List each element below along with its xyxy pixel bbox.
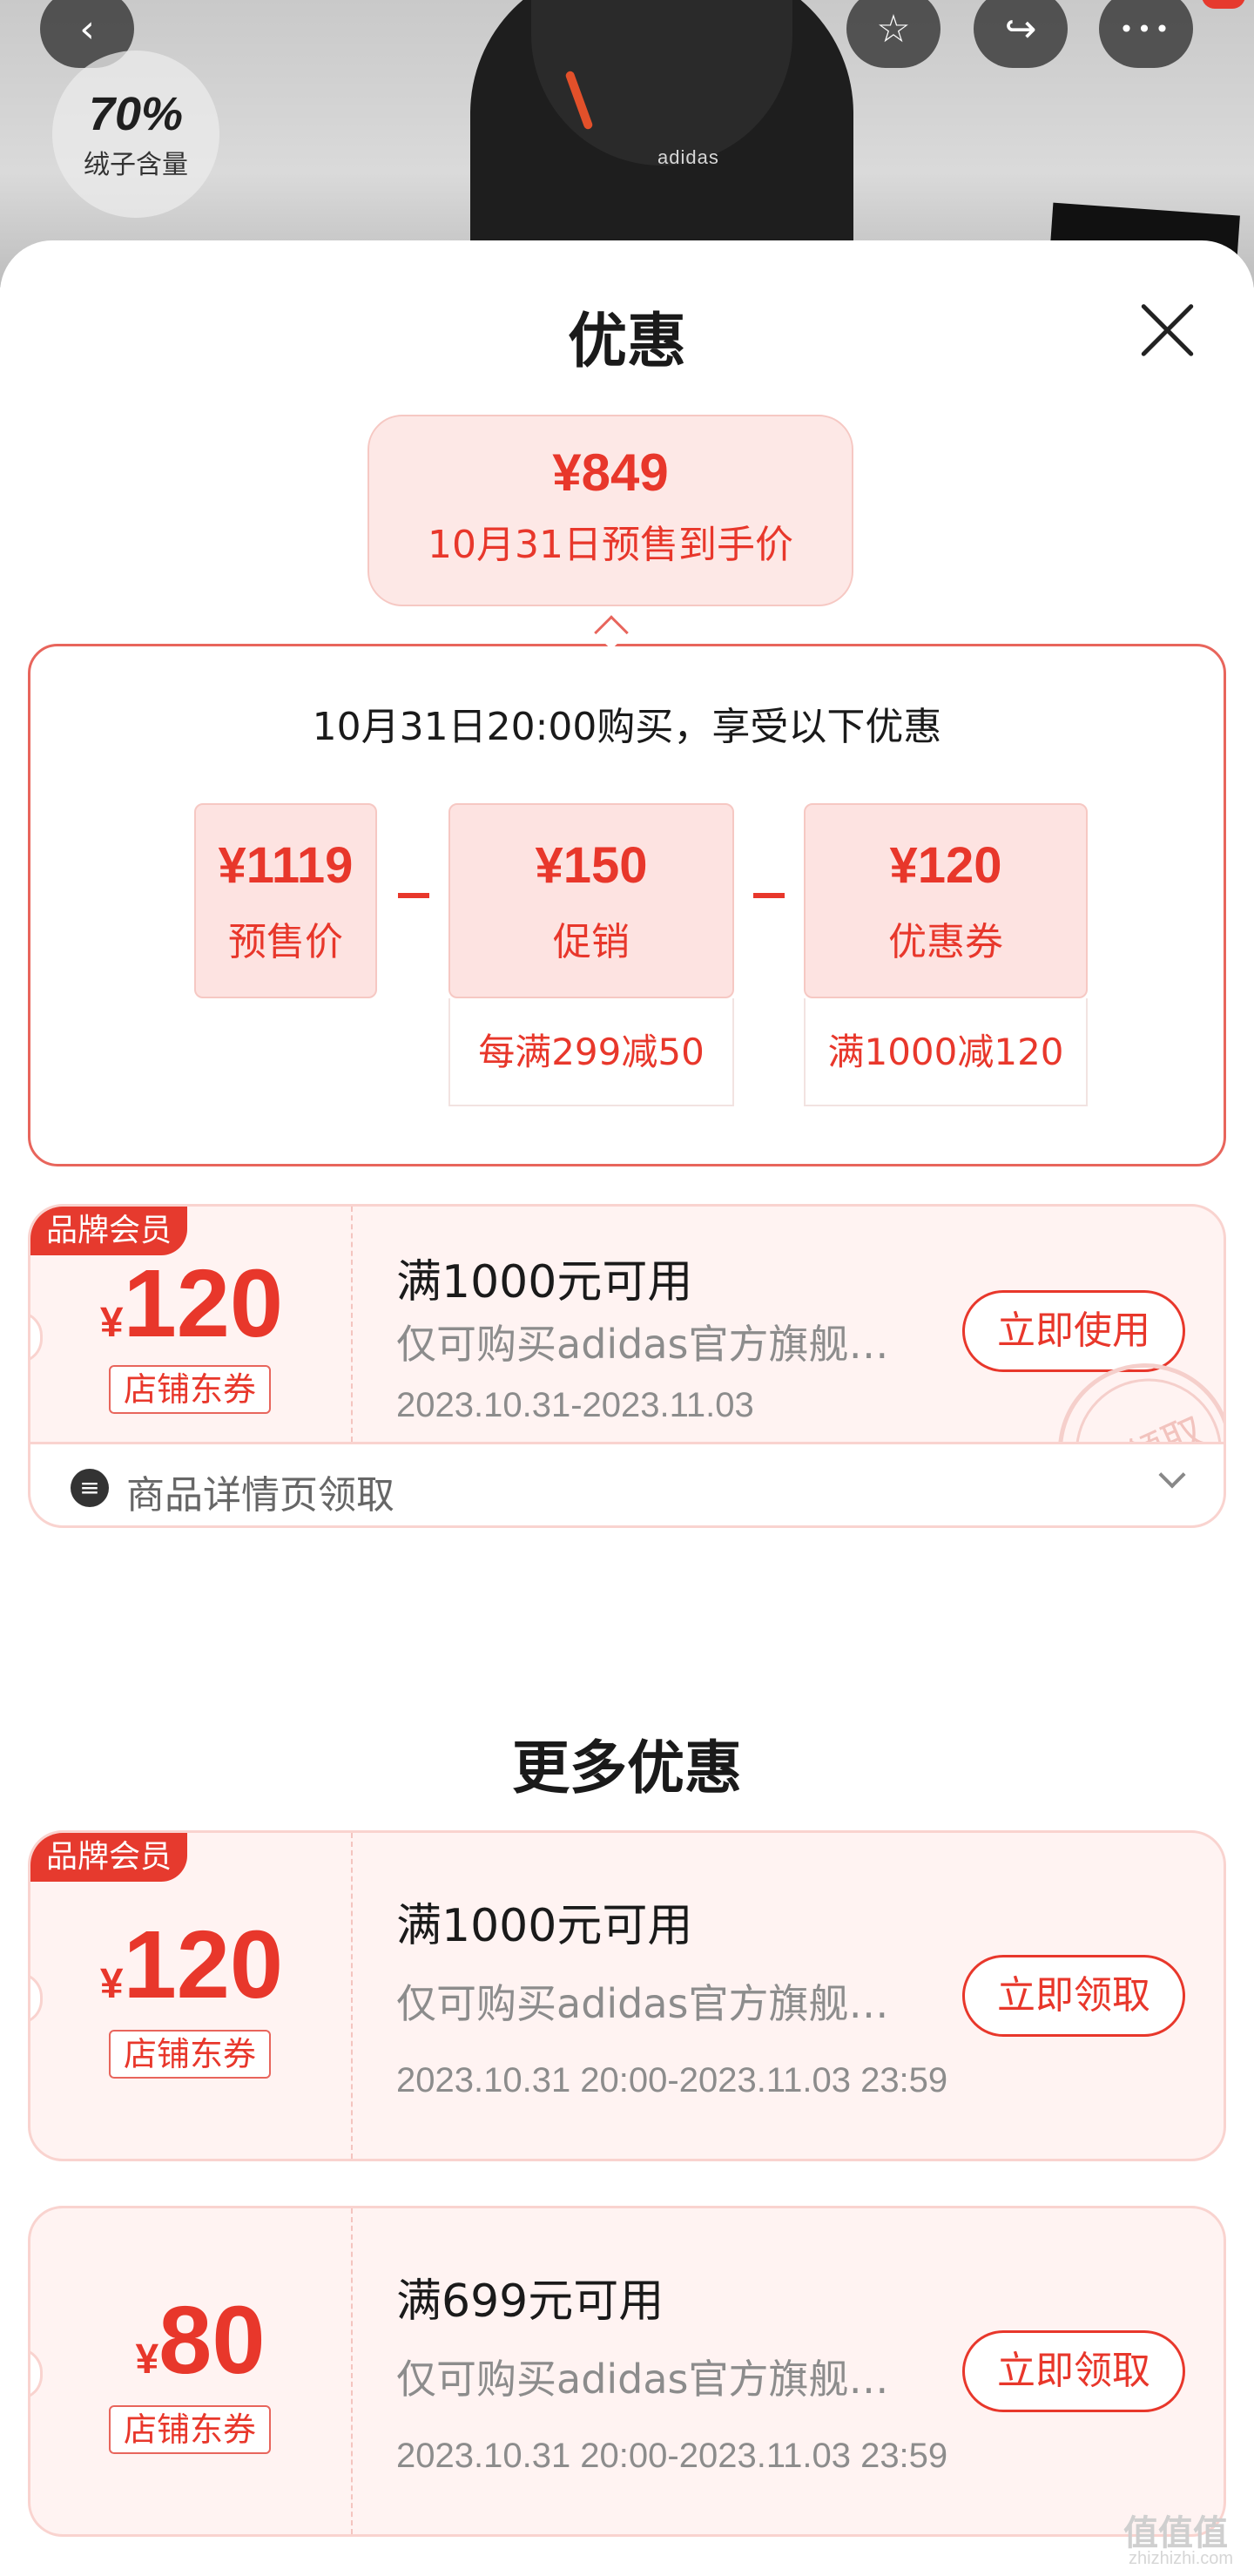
favorite-button[interactable]: ☆ [846, 0, 940, 68]
presale-price-value: ¥1119 [218, 837, 354, 894]
final-price-box: ¥849 10月31日预售到手价 [367, 415, 853, 606]
sheet-title: 优惠 [567, 308, 686, 376]
coupon-scope: 仅可购买adidas官方旗舰店商品 [396, 1321, 901, 1368]
promotion-value: ¥150 [535, 837, 648, 894]
coupon-amount: ¥80 [39, 2285, 361, 2396]
coupon-validity: 2023.10.31 20:00-2023.11.03 23:59 [396, 2061, 948, 2099]
promotion-rule: 每满299减50 [448, 998, 734, 1106]
chevron-down-icon[interactable] [1158, 1461, 1186, 1489]
promotion-label: 促销 [553, 920, 630, 964]
watermark-url: zhizhizhi.com [1129, 2549, 1234, 2568]
coupon-validity: 2023.10.31-2023.11.03 [396, 1386, 754, 1424]
coupon-condition: 满1000元可用 [396, 1256, 693, 1308]
coupon-card: 品牌会员 ¥120 店铺东券 满1000元可用 仅可购买adidas官方旗舰店商… [28, 1204, 1226, 1444]
claim-now-button[interactable]: 立即领取 [962, 2330, 1185, 2412]
down-content-badge: 70% 绒子含量 [52, 51, 219, 218]
coupon-type-label: 店铺东券 [109, 2030, 271, 2079]
coupon-amount-value: 120 [123, 1250, 284, 1357]
coupon-rule: 满1000减120 [804, 998, 1088, 1106]
star-icon: ☆ [876, 6, 911, 51]
final-price-label: 10月31日预售到手价 [428, 523, 793, 567]
final-price: ¥849 [552, 443, 669, 502]
currency-symbol: ¥ [135, 2336, 159, 2383]
coupon-divider [351, 2208, 353, 2534]
coupon-amount: ¥120 [30, 1910, 353, 2020]
coupon-card: 品牌会员 ¥120 店铺东券 满1000元可用 仅可购买adidas官方旗舰店商… [28, 1830, 1226, 2161]
coupon-type-label: 店铺东券 [109, 2405, 271, 2454]
promotion-item: ¥150 促销 [448, 803, 734, 998]
coupon-card: ¥80 店铺东券 满699元可用 仅可购买adidas官方旗舰店商品 2023.… [28, 2206, 1226, 2537]
share-icon: ↪ [1004, 6, 1037, 51]
more-button[interactable]: ••• [1099, 0, 1193, 68]
coupon-label: 优惠券 [888, 920, 1003, 964]
coupon-condition: 满1000元可用 [396, 1900, 693, 1952]
share-button[interactable]: ↪ [974, 0, 1068, 68]
coupon-source-row[interactable]: ≡ 商品详情页领取 [28, 1444, 1226, 1528]
coupon-condition: 满699元可用 [396, 2275, 664, 2328]
presale-price-item: ¥1119 预售价 [194, 803, 377, 998]
coupon-validity: 2023.10.31 20:00-2023.11.03 23:59 [396, 2437, 948, 2475]
more-discounts-title: 更多优惠 [512, 1734, 742, 1802]
breakdown-title: 10月31日20:00购买，享受以下优惠 [312, 705, 942, 749]
minus-operator [753, 893, 785, 898]
currency-symbol: ¥ [99, 1961, 124, 2007]
presale-price-label: 预售价 [228, 920, 343, 964]
coupon-amount-value: 120 [123, 1911, 284, 2018]
coupon-amount-value: 80 [158, 2287, 266, 2394]
close-icon[interactable] [1132, 294, 1202, 364]
ticket-icon: ≡ [71, 1469, 109, 1507]
coupon-source-text: 商品详情页领取 [126, 1473, 394, 1518]
price-breakdown: 10月31日20:00购买，享受以下优惠 ¥1119 预售价 ¥150 促销 每… [28, 644, 1226, 1166]
more-icon: ••• [1119, 14, 1173, 44]
down-content-label: 绒子含量 [84, 150, 188, 180]
coupon-scope: 仅可购买adidas官方旗舰店商品 [396, 2356, 901, 2403]
coupon-type-label: 店铺东券 [109, 1365, 271, 1414]
watermark: 值值值 [1123, 2514, 1228, 2552]
claim-now-button[interactable]: 立即领取 [962, 1955, 1185, 2037]
minus-operator [398, 893, 429, 898]
use-now-button[interactable]: 立即使用 [962, 1290, 1185, 1372]
coupon-divider [351, 1833, 353, 2159]
back-icon: ‹ [79, 6, 95, 51]
currency-symbol: ¥ [99, 1300, 124, 1346]
coupon-item: ¥120 优惠券 [804, 803, 1088, 998]
coupon-amount: ¥120 [30, 1248, 353, 1359]
down-content-percent: 70% [88, 88, 184, 140]
brand-member-tag: 品牌会员 [30, 1833, 188, 1882]
coupon-scope: 仅可购买adidas官方旗舰店商品 [396, 1980, 901, 2027]
coupon-divider [351, 1207, 353, 1442]
brand-logo: adidas [657, 146, 719, 168]
discount-sheet: 优惠 ¥849 10月31日预售到手价 10月31日20:00购买，享受以下优惠… [0, 240, 1254, 2576]
coupon-value: ¥120 [889, 837, 1002, 894]
